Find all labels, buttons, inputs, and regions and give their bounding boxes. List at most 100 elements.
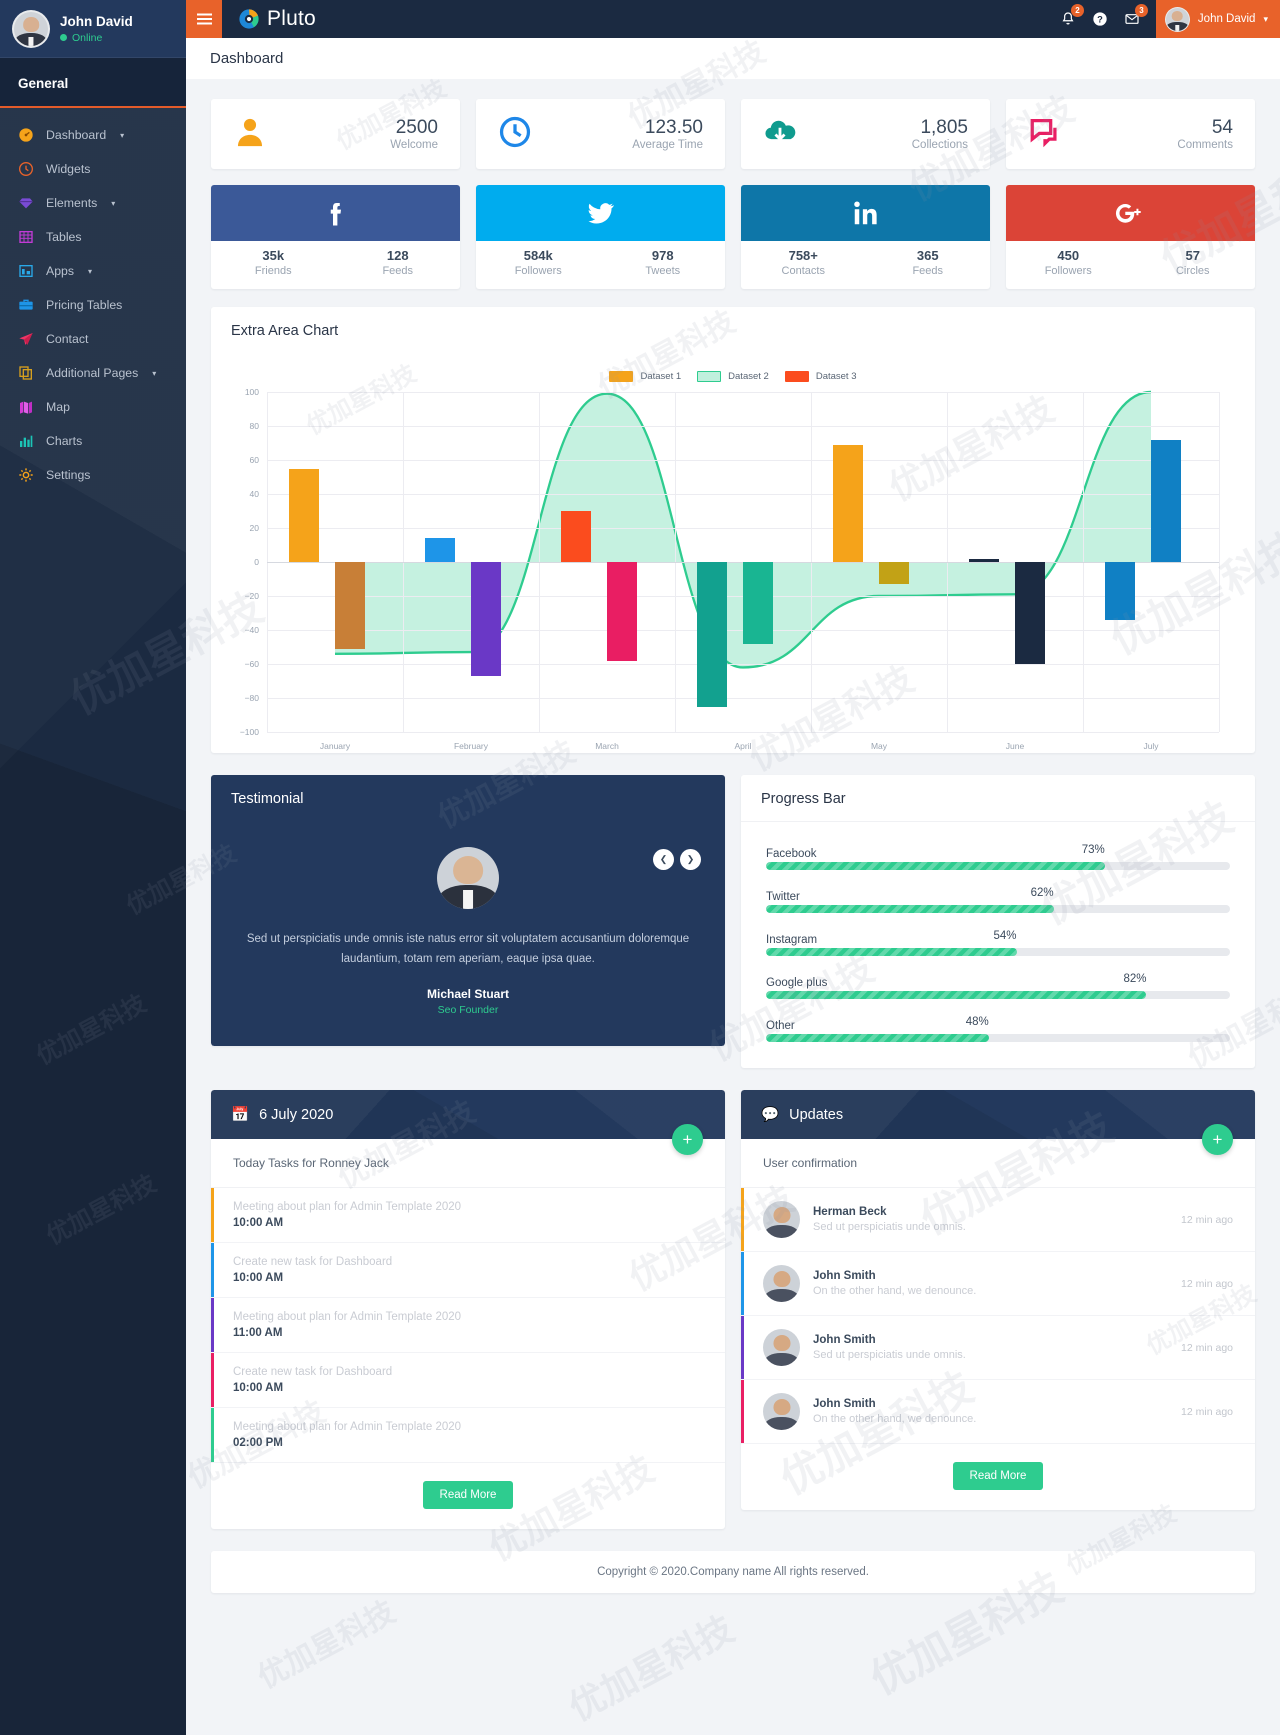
sidebar-item-map[interactable]: Map [0,390,186,424]
legend-swatch [784,371,809,382]
sidebar-item-label: Settings [46,468,91,482]
main-content: 2500 Welcome 123.50 Average Time 1,805 Collec… [186,79,1280,1593]
progress-label: Facebook [766,848,817,860]
social-card-facebook[interactable]: 35k Friends 128 Feeds [211,185,460,289]
chart-bar [1104,562,1135,620]
sidebar-item-pricing-tables[interactable]: Pricing Tables [0,288,186,322]
task-color-bar [211,1188,214,1242]
chart-canvas: Dataset 1 Dataset 2 Dataset 3 100 80 60 40 20 0… [211,353,1255,753]
progress-label: Other [766,1020,795,1032]
briefcase-icon [18,297,34,313]
social-metric-value: 450 [1057,248,1080,263]
social-metric-value: 57 [1185,248,1200,263]
sidebar-item-charts[interactable]: Charts [0,424,186,458]
grid-line [267,698,1219,699]
sidebar-item-widgets[interactable]: Widgets [0,152,186,186]
bell-icon[interactable]: 2 [1060,4,1084,27]
task-row[interactable]: Meeting about plan for Admin Template 20… [211,1298,725,1353]
social-card-google-plus[interactable]: 450 Followers 57 Circles [1006,185,1255,289]
task-time: 10:00 AM [233,1217,284,1229]
tasks-read-more-button[interactable]: Read More [422,1481,514,1509]
hamburger-menu-icon[interactable] [186,0,222,38]
social-card-linkedin[interactable]: 758+ Contacts 365 Feeds [741,185,990,289]
update-name: John Smith [813,1270,876,1282]
testimonial-role: Seo Founder [437,1004,499,1017]
comments-icon: 💬 [761,1107,780,1123]
social-metric: 365 Feeds [866,241,991,289]
stat-card-average-time: 123.50 Average Time [476,99,725,169]
testimonial-quote: Sed ut perspiciatis unde omnis iste natu… [246,933,690,966]
sidebar-item-settings[interactable]: Settings [0,458,186,492]
update-row[interactable]: Herman Beck Sed ut perspiciatis unde omni… [741,1188,1255,1252]
progress-fill [766,948,1017,956]
progress-fill [766,991,1147,999]
caret-down-icon: ▾ [88,266,93,276]
sidebar-item-apps[interactable]: Apps ▾ [0,254,186,288]
legend-item[interactable]: Dataset 1 [609,371,681,382]
update-name: John Smith [813,1334,876,1346]
testimonial-card: Testimonial ❮ ❯ Sed ut perspiciatis unde… [211,775,725,1047]
task-row[interactable]: Create new task for Dashboard 10:00 AM [211,1243,725,1298]
update-message: Sed ut perspiciatis unde omnis. [813,1349,966,1361]
profile-status-label: Online [72,31,103,44]
sidebar-item-contact[interactable]: Contact [0,322,186,356]
updates-header: 💬 Updates + [741,1090,1255,1155]
copyright-text: Copyright © 2020.Company name All rights… [597,1566,869,1578]
testimonial-title: Testimonial [211,775,725,821]
social-metric: 128 Feeds [336,241,461,289]
social-card-twitter[interactable]: 584k Followers 978 Tweets [476,185,725,289]
progress-bar-card: Progress Bar Facebook 73% Twitter 62% Instag… [741,775,1255,1068]
update-row[interactable]: John Smith Sed ut perspiciatis unde omnis… [741,1316,1255,1380]
add-update-button[interactable]: + [1202,1124,1233,1155]
legend-item[interactable]: Dataset 3 [784,371,857,382]
chevron-right-icon[interactable]: ❯ [680,849,701,870]
grid-line [267,426,1219,427]
updates-read-more-button[interactable]: Read More [952,1462,1044,1490]
chevron-left-icon[interactable]: ❮ [653,849,674,870]
sidebar-item-dashboard[interactable]: Dashboard ▾ [0,118,186,152]
chart-bar [696,562,727,707]
user-menu[interactable]: John David ▾ [1155,0,1280,38]
legend-label: Dataset 2 [728,371,769,382]
sidebar-item-elements[interactable]: Elements ▾ [0,186,186,220]
updates-card: 💬 Updates + User confirmation Herman Bec… [741,1090,1255,1510]
update-message: On the other hand, we denounce. [813,1285,977,1297]
update-row[interactable]: John Smith On the other hand, we denounce… [741,1252,1255,1316]
add-task-button[interactable]: + [672,1124,703,1155]
social-metric-label: Feeds [382,265,414,277]
task-row[interactable]: Meeting about plan for Admin Template 20… [211,1188,725,1243]
sidebar-item-label: Contact [46,332,89,346]
x-axis-tick-label: June [1005,741,1025,751]
legend-item[interactable]: Dataset 2 [697,371,769,382]
sidebar-item-tables[interactable]: Tables [0,220,186,254]
sidebar-item-additional-pages[interactable]: Additional Pages ▾ [0,356,186,390]
stat-card-comments: 54 Comments [1006,99,1255,169]
y-axis-tick-label: −80 [244,693,259,703]
task-row[interactable]: Create new task for Dashboard 10:00 AM [211,1353,725,1408]
progress-percent: 54% [993,930,1017,942]
task-row[interactable]: Meeting about plan for Admin Template 20… [211,1408,725,1463]
chart-legend: Dataset 1 Dataset 2 Dataset 3 [233,359,1233,392]
y-axis-tick-label: 80 [249,421,259,431]
social-metric-label: Contacts [781,265,825,277]
update-time: 12 min ago [1181,1213,1233,1226]
grid-line [267,664,1219,665]
update-time: 12 min ago [1181,1341,1233,1354]
update-color-bar [741,1188,744,1251]
user-menu-label: John David [1197,13,1256,25]
envelope-icon[interactable]: 3 [1124,4,1148,27]
calendar-icon: 📅 [231,1107,250,1123]
google-plus-icon [1006,185,1255,241]
sidebar-item-label: Map [46,400,70,414]
update-row[interactable]: John Smith On the other hand, we denounce… [741,1380,1255,1444]
sidebar-profile[interactable]: John David Online [0,0,186,58]
question-circle-icon[interactable]: ? [1092,11,1108,27]
progress-track [766,1034,1230,1042]
social-metric-value: 584k [523,248,553,263]
stat-label: Average Time [632,138,703,151]
stat-label: Comments [1177,138,1233,151]
social-cards-row: 35k Friends 128 Feeds 584k Followers 978 Tweets… [211,185,1255,289]
brand[interactable]: Pluto [238,7,316,31]
y-axis-tick-label: −20 [244,591,259,601]
legend-swatch [609,371,634,382]
